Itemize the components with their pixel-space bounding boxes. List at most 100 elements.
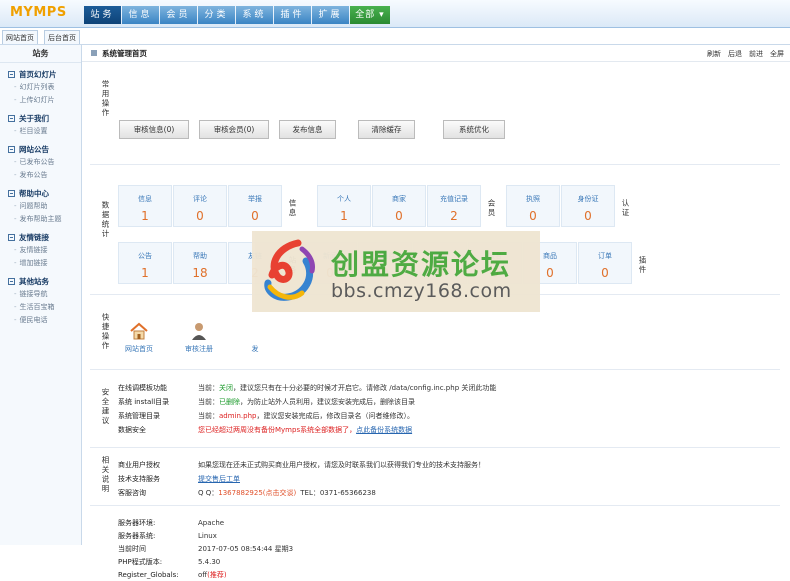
sidebar-group: 关于我们栏目设置: [0, 112, 81, 138]
quick-post[interactable]: 发: [240, 321, 270, 354]
nav-tab-category[interactable]: 分类: [198, 6, 235, 24]
shortcuts-section: 常用操作 审核信息(0) 审核会员(0) 发布信息 清除缓存 系统优化: [90, 72, 780, 165]
sidebar-group-header[interactable]: 网站公告: [0, 143, 81, 156]
sidebar-group-title: 首页幻灯片: [19, 70, 57, 79]
about-value: 如果您现在还未正式购买商业用户授权，请您及时联系我们以获得我们专业的技术支持服务…: [198, 461, 485, 469]
qq-prefix: Q Q：: [198, 489, 219, 497]
about-section: 相关说明 商业用户授权 如果您现在还未正式购买商业用户授权，请您及时联系我们以获得…: [90, 448, 780, 506]
nav-tab-info[interactable]: 信息: [122, 6, 159, 24]
support-ticket-link[interactable]: 提交售后工单: [198, 475, 240, 483]
sidebar-item[interactable]: 栏目设置: [0, 125, 81, 138]
stat-label: 举报: [248, 195, 262, 203]
stat-cell[interactable]: 商家 0: [372, 185, 426, 227]
optimize-button[interactable]: 系统优化: [443, 120, 505, 139]
stat-label: 评论: [193, 195, 207, 203]
sidebar-group: 友情链接友情链接增加链接: [0, 231, 81, 270]
stat-cell[interactable]: 充值记录 2: [427, 185, 481, 227]
sidebar-item[interactable]: 生活百宝箱: [0, 301, 81, 314]
stat-value: 18: [192, 266, 208, 280]
stat-cell[interactable]: 执照 0: [506, 185, 560, 227]
review-member-button[interactable]: 审核会员(0): [199, 120, 269, 139]
security-warning: 您已经超过两周没有备份Mymps系统全部数据了，: [198, 426, 357, 434]
stat-cell[interactable]: 身份证 0: [561, 185, 615, 227]
stat-label: 身份证: [577, 195, 599, 203]
sidebar-item[interactable]: 已发布公告: [0, 156, 81, 169]
about-key: 技术支持服务: [118, 475, 160, 483]
server-row: 服务器环境: Apache: [118, 518, 224, 529]
stat-cell[interactable]: 公告 1: [118, 242, 172, 284]
stat-label: 充值记录: [440, 195, 468, 203]
server-section: 服务器环境: Apache 服务器系统: Linux 当前时间 2017-07-05 08…: [90, 506, 780, 579]
plugin-tag: 插件: [638, 255, 647, 275]
server-key: 服务器环境:: [118, 519, 156, 527]
sidebar-item[interactable]: 链接导航: [0, 288, 81, 301]
stat-label: 公告: [138, 252, 152, 260]
server-key: PHP程式版本:: [118, 558, 163, 566]
page-title: 系统管理首页: [91, 48, 147, 59]
watermark-logo-icon: [264, 239, 315, 301]
sidebar-item[interactable]: 问题帮助: [0, 200, 81, 213]
publish-info-button[interactable]: 发布信息: [279, 120, 336, 139]
stat-value: 2: [450, 209, 458, 223]
quick-site-home[interactable]: 网站首页: [124, 321, 154, 354]
nav-tab-member[interactable]: 会员: [160, 6, 197, 24]
stat-value: 0: [601, 266, 609, 280]
sidebar-item[interactable]: 增加链接: [0, 257, 81, 270]
refresh-link[interactable]: 刷新: [707, 49, 721, 59]
stat-value: 0: [196, 209, 204, 223]
sidebar-item[interactable]: 幻灯片列表: [0, 81, 81, 94]
stats-label: 数据统计: [101, 201, 110, 239]
about-key: 商业用户授权: [118, 461, 160, 469]
nav-tab-all[interactable]: 全部 ▾: [350, 6, 390, 24]
sidebar-title: 站务: [0, 45, 81, 63]
top-bar: MYMPS 站务 信息 会员 分类 系统 插件 扩展 全部 ▾: [0, 0, 790, 28]
sidebar-item[interactable]: 发布帮助主题: [0, 213, 81, 226]
clear-cache-button[interactable]: 清除缓存: [358, 120, 415, 139]
stat-cell[interactable]: 评论 0: [173, 185, 227, 227]
stat-label: 帮助: [193, 252, 207, 260]
server-value: Apache: [198, 519, 225, 527]
sub-tabs: 网站首页 后台首页: [0, 28, 790, 45]
server-key: 服务器系统:: [118, 532, 156, 540]
sidebar-group-header[interactable]: 帮助中心: [0, 187, 81, 200]
stat-cell[interactable]: 订单 0: [578, 242, 632, 284]
security-row-backup: 数据安全 您已经超过两周没有备份Mymps系统全部数据了，点此备份系统数据: [118, 425, 412, 436]
sidebar-group-header[interactable]: 其他站务: [0, 275, 81, 288]
sidebar-item[interactable]: 发布公告: [0, 169, 81, 182]
sidebar-group-header[interactable]: 关于我们: [0, 112, 81, 125]
stat-value: 0: [584, 209, 592, 223]
review-info-button[interactable]: 审核信息(0): [119, 120, 189, 139]
nav-tab-system[interactable]: 系统: [236, 6, 273, 24]
sidebar-group-header[interactable]: 友情链接: [0, 231, 81, 244]
sidebar-item[interactable]: 友情链接: [0, 244, 81, 257]
stat-cell[interactable]: 信息 1: [118, 185, 172, 227]
security-key: 系统管理目录: [118, 412, 160, 420]
security-pre: 当前：: [198, 384, 219, 392]
quick-review-register[interactable]: 审核注册: [184, 321, 214, 354]
nav-tab-site[interactable]: 站务: [84, 6, 121, 24]
subtab-site-home[interactable]: 网站首页: [2, 30, 38, 44]
about-row-license: 商业用户授权 如果您现在还未正式购买商业用户授权，请您及时联系我们以获得我们专业的…: [118, 460, 485, 471]
dropdown-arrow-icon: ▾: [375, 10, 385, 20]
fullscreen-link[interactable]: 全屏: [770, 49, 784, 59]
sidebar-group-header[interactable]: 首页幻灯片: [0, 68, 81, 81]
forward-link[interactable]: 前进: [749, 49, 763, 59]
qq-link[interactable]: 1367882925(点击交谈): [218, 489, 296, 497]
nav-tab-plugin[interactable]: 插件: [274, 6, 311, 24]
sidebar-item[interactable]: 上传幻灯片: [0, 94, 81, 107]
sidebar-group: 网站公告已发布公告发布公告: [0, 143, 81, 182]
quick-label: 快捷操作: [101, 313, 110, 351]
info-tag: 信息: [288, 198, 297, 218]
security-note: ，建议您安装完成后，修改目录名（问者维修改）。: [256, 412, 414, 420]
sidebar-item[interactable]: 便民电话: [0, 314, 81, 327]
stat-cell[interactable]: 个人 1: [317, 185, 371, 227]
security-row-admin: 系统管理目录 当前：admin.php，建议您安装完成后，修改目录名（问者维修改）…: [118, 411, 414, 422]
stat-value: 0: [395, 209, 403, 223]
stat-cell[interactable]: 举报 0: [228, 185, 282, 227]
stat-cell[interactable]: 帮助 18: [173, 242, 227, 284]
back-link[interactable]: 后退: [728, 49, 742, 59]
nav-tab-extend[interactable]: 扩展: [312, 6, 349, 24]
subtab-admin-home[interactable]: 后台首页: [44, 30, 80, 44]
backup-link[interactable]: 点此备份系统数据: [356, 426, 412, 434]
server-row: Register_Globals: off(推荐): [118, 570, 227, 581]
